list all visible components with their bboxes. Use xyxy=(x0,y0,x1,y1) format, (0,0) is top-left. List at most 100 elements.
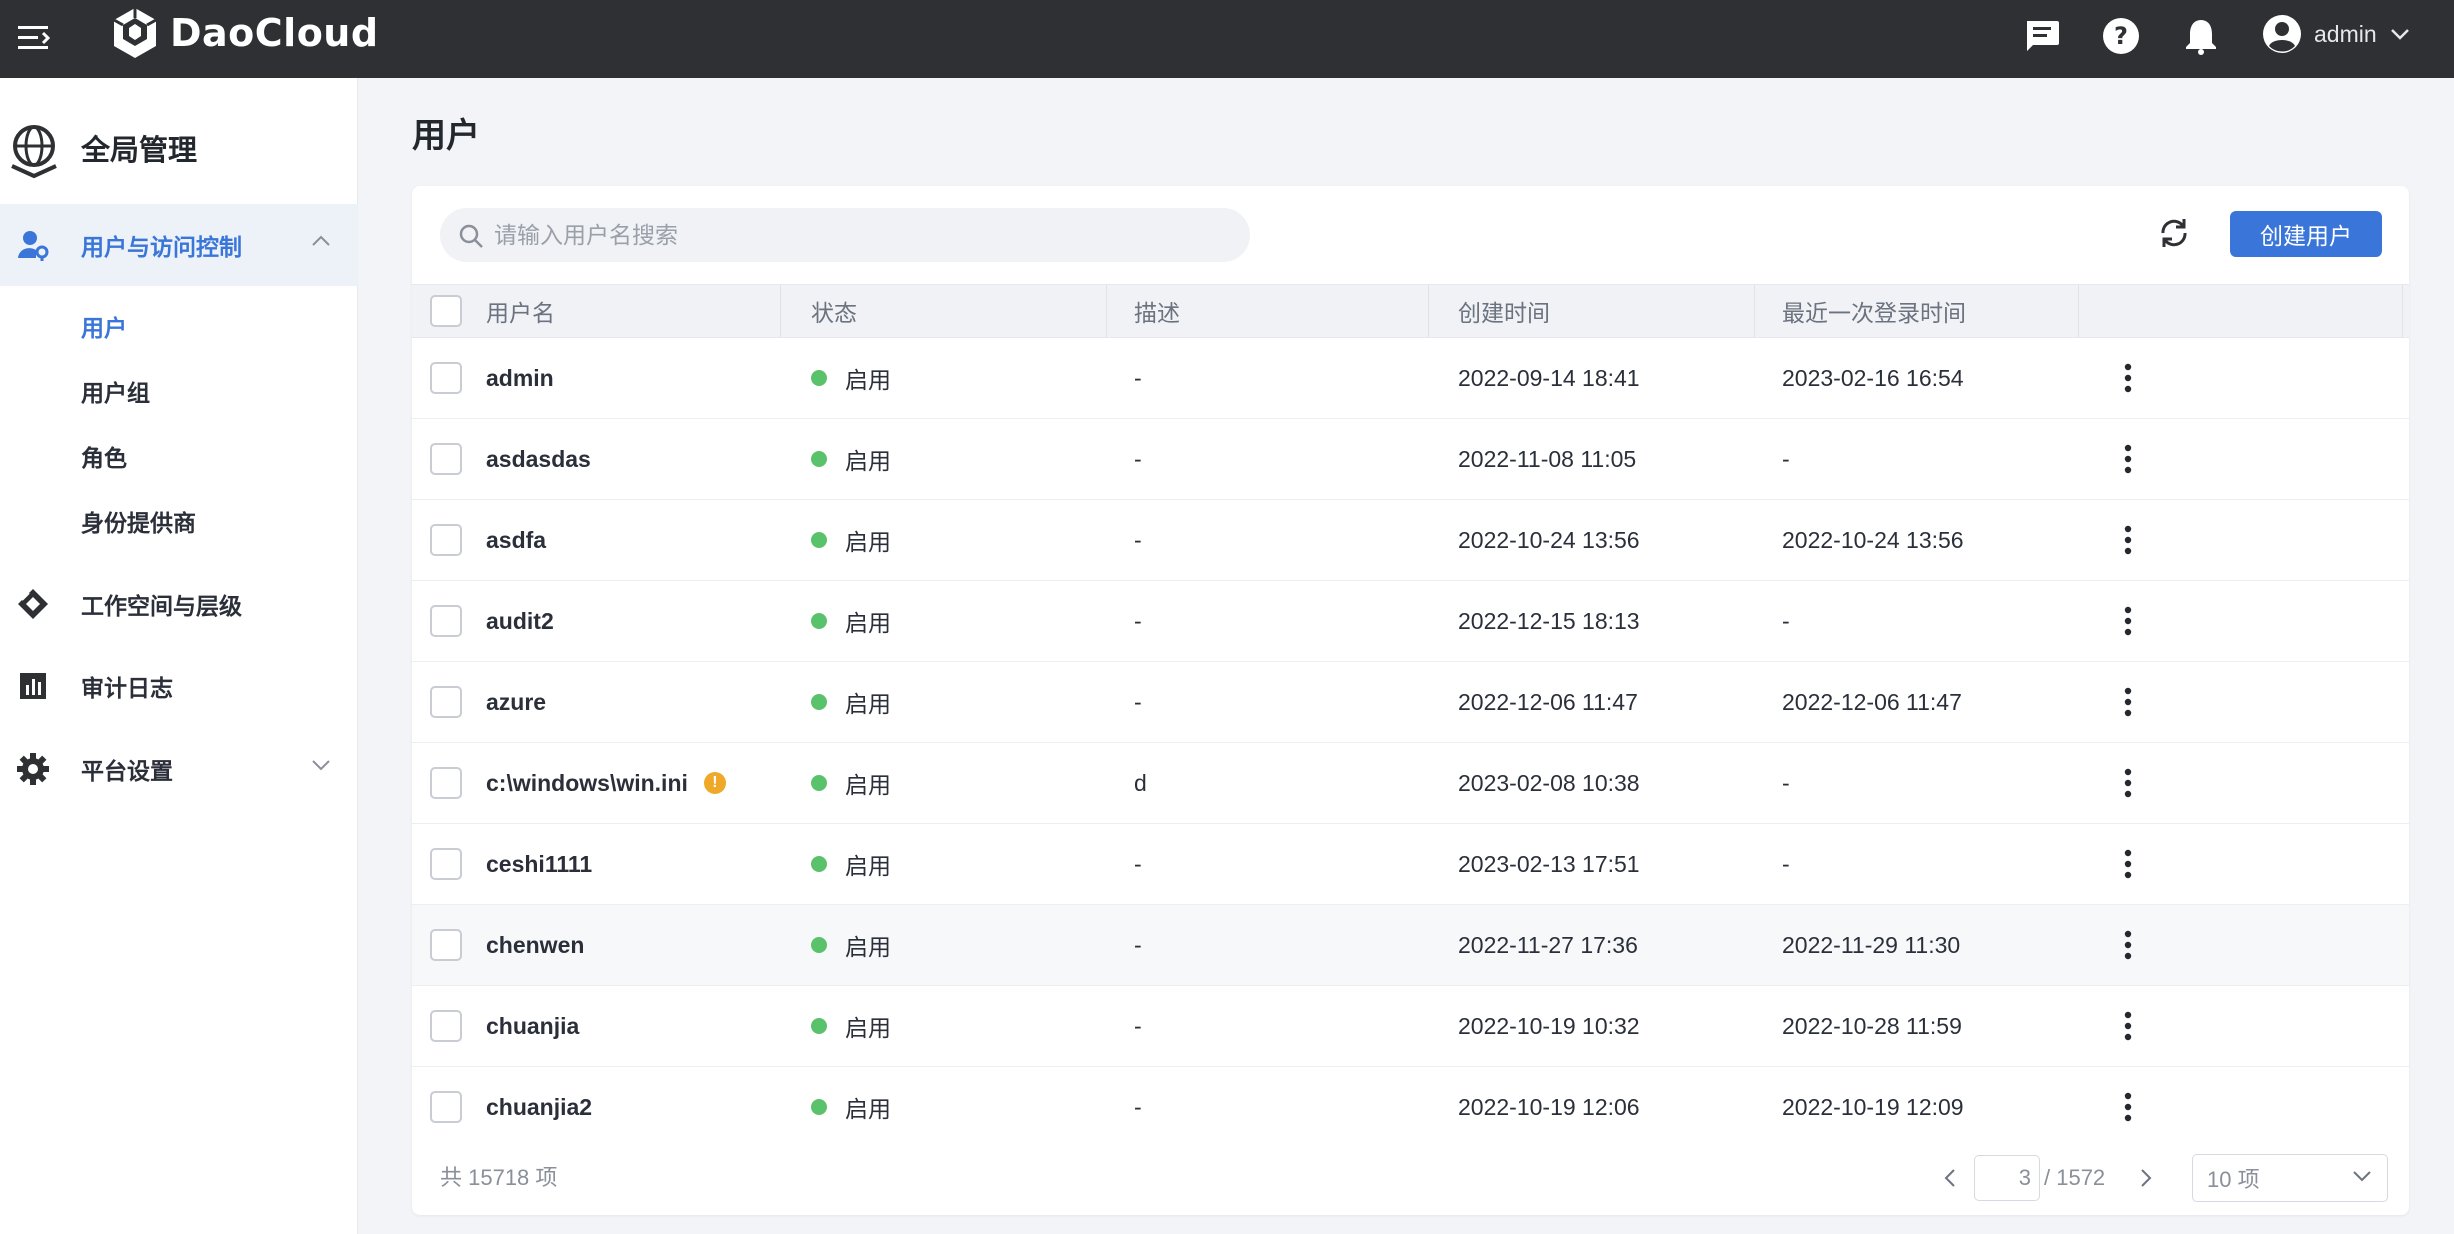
user-name: admin xyxy=(2314,20,2377,47)
page-number-input[interactable] xyxy=(1974,1155,2040,1201)
user-avatar-icon xyxy=(2263,15,2301,53)
column-divider xyxy=(2402,285,2403,337)
cell-description: - xyxy=(1134,526,1142,553)
column-header-last-login[interactable]: 最近一次登录时间 xyxy=(1782,285,1966,337)
table-row[interactable]: asdfa 启用 - 2022-10-24 13:56 2022-10-24 1… xyxy=(412,500,2409,581)
cell-last-login: 2023-02-16 16:54 xyxy=(1782,364,1964,391)
table-row[interactable]: ceshi1111 启用 - 2023-02-13 17:51 - xyxy=(412,824,2409,905)
cell-username[interactable]: chenwen xyxy=(486,905,584,985)
next-page-button[interactable] xyxy=(2130,1158,2162,1198)
column-divider xyxy=(1428,285,1429,337)
table-row[interactable]: chenwen 启用 - 2022-11-27 17:36 2022-11-29… xyxy=(412,905,2409,986)
row-checkbox[interactable] xyxy=(430,1091,462,1123)
status-dot-icon xyxy=(811,1099,827,1115)
sidebar-subitem-users[interactable]: 用户 xyxy=(81,306,127,346)
cell-description: - xyxy=(1134,445,1142,472)
cell-username[interactable]: ceshi1111 xyxy=(486,824,592,904)
more-vertical-icon[interactable] xyxy=(2108,844,2148,884)
cell-description: - xyxy=(1134,1093,1142,1120)
help-icon[interactable]: ? xyxy=(2099,14,2143,58)
sidebar-title: 全局管理 xyxy=(0,108,358,188)
cell-description: d xyxy=(1134,769,1147,796)
row-checkbox[interactable] xyxy=(430,929,462,961)
table-row[interactable]: admin 启用 - 2022-09-14 18:41 2023-02-16 1… xyxy=(412,338,2409,419)
search-input[interactable] xyxy=(494,208,1234,262)
cell-username[interactable]: asdfa xyxy=(486,500,546,580)
row-checkbox[interactable] xyxy=(430,767,462,799)
brand-logo[interactable]: DaoCloud xyxy=(110,6,379,60)
more-vertical-icon[interactable] xyxy=(2108,682,2148,722)
cell-username[interactable]: asdasdas xyxy=(486,419,591,499)
more-vertical-icon[interactable] xyxy=(2108,439,2148,479)
more-vertical-icon[interactable] xyxy=(2108,925,2148,965)
row-checkbox[interactable] xyxy=(430,362,462,394)
row-checkbox[interactable] xyxy=(430,686,462,718)
menu-icon[interactable] xyxy=(14,18,54,58)
cell-last-login: 2022-12-06 11:47 xyxy=(1782,688,1962,715)
more-vertical-icon[interactable] xyxy=(2108,1087,2148,1127)
sidebar-item-platform-settings[interactable]: 平台设置 xyxy=(0,728,358,810)
select-all-checkbox[interactable] xyxy=(430,295,462,327)
cell-username[interactable]: chuanjia2 xyxy=(486,1067,592,1147)
cell-username[interactable]: audit2 xyxy=(486,581,554,661)
page-title: 用户 xyxy=(412,117,480,155)
column-header-status[interactable]: 状态 xyxy=(811,285,857,337)
row-checkbox[interactable] xyxy=(430,605,462,637)
column-header-description[interactable]: 描述 xyxy=(1134,285,1180,337)
more-vertical-icon[interactable] xyxy=(2108,763,2148,803)
cell-status: 启用 xyxy=(811,419,891,499)
more-vertical-icon[interactable] xyxy=(2108,601,2148,641)
sidebar-subitem-identity-providers[interactable]: 身份提供商 xyxy=(81,501,196,541)
sidebar-item-workspace[interactable]: 工作空间与层级 xyxy=(0,563,358,645)
cell-status: 启用 xyxy=(811,500,891,580)
row-checkbox[interactable] xyxy=(430,524,462,556)
column-header-username[interactable]: 用户名 xyxy=(486,285,555,337)
user-menu[interactable]: admin xyxy=(2262,12,2411,56)
table-row[interactable]: audit2 启用 - 2022-12-15 18:13 - xyxy=(412,581,2409,662)
more-vertical-icon[interactable] xyxy=(2108,358,2148,398)
warning-icon[interactable]: ! xyxy=(703,772,726,794)
page-size-select[interactable]: 10 项 xyxy=(2192,1154,2388,1202)
cell-description: - xyxy=(1134,931,1142,958)
total-pages: / 1572 xyxy=(2044,1165,2106,1190)
row-checkbox[interactable] xyxy=(430,443,462,475)
status-text: 启用 xyxy=(845,1015,891,1041)
cell-created: 2022-12-06 11:47 xyxy=(1458,688,1638,715)
sidebar-item-user-access[interactable]: 用户与访问控制 xyxy=(0,204,358,286)
cell-username[interactable]: azure xyxy=(486,662,546,742)
table-row[interactable]: chuanjia2 启用 - 2022-10-19 12:06 2022-10-… xyxy=(412,1067,2409,1148)
cell-created: 2022-09-14 18:41 xyxy=(1458,364,1640,391)
cell-created: 2023-02-08 10:38 xyxy=(1458,769,1640,796)
sidebar-subitem-groups[interactable]: 用户组 xyxy=(81,371,150,411)
table-row[interactable]: chuanjia 启用 - 2022-10-19 10:32 2022-10-2… xyxy=(412,986,2409,1067)
row-checkbox[interactable] xyxy=(430,848,462,880)
table-row[interactable]: c:\windows\win.ini! 启用 d 2023-02-08 10:3… xyxy=(412,743,2409,824)
cell-last-login: - xyxy=(1782,445,1790,472)
more-vertical-icon[interactable] xyxy=(2108,520,2148,560)
more-vertical-icon[interactable] xyxy=(2108,1006,2148,1046)
cell-last-login: - xyxy=(1782,607,1790,634)
status-text: 启用 xyxy=(845,367,891,393)
row-checkbox[interactable] xyxy=(430,1010,462,1042)
prev-page-button[interactable] xyxy=(1934,1158,1966,1198)
refresh-button[interactable] xyxy=(2152,211,2196,255)
cell-last-login: 2022-11-29 11:30 xyxy=(1782,931,1961,958)
layers-icon xyxy=(18,589,48,619)
bell-icon[interactable] xyxy=(2179,14,2223,58)
column-header-created[interactable]: 创建时间 xyxy=(1458,285,1550,337)
message-icon[interactable] xyxy=(2020,14,2064,58)
cell-username[interactable]: admin xyxy=(486,338,554,418)
column-divider xyxy=(1106,285,1107,337)
status-dot-icon xyxy=(811,856,827,872)
chevron-down-icon xyxy=(2353,1171,2371,1182)
username-text[interactable]: c:\windows\win.ini xyxy=(486,770,688,797)
create-user-button[interactable]: 创建用户 xyxy=(2230,211,2382,257)
table-row[interactable]: azure 启用 - 2022-12-06 11:47 2022-12-06 1… xyxy=(412,662,2409,743)
table-row[interactable]: asdasdas 启用 - 2022-11-08 11:05 - xyxy=(412,419,2409,500)
sidebar-item-audit-log[interactable]: 审计日志 xyxy=(0,645,358,727)
cell-username[interactable]: chuanjia xyxy=(486,986,579,1066)
sidebar-subitem-roles[interactable]: 角色 xyxy=(81,436,127,476)
cell-status: 启用 xyxy=(811,1067,891,1147)
column-divider xyxy=(780,285,781,337)
chevron-left-icon xyxy=(1944,1169,1955,1187)
